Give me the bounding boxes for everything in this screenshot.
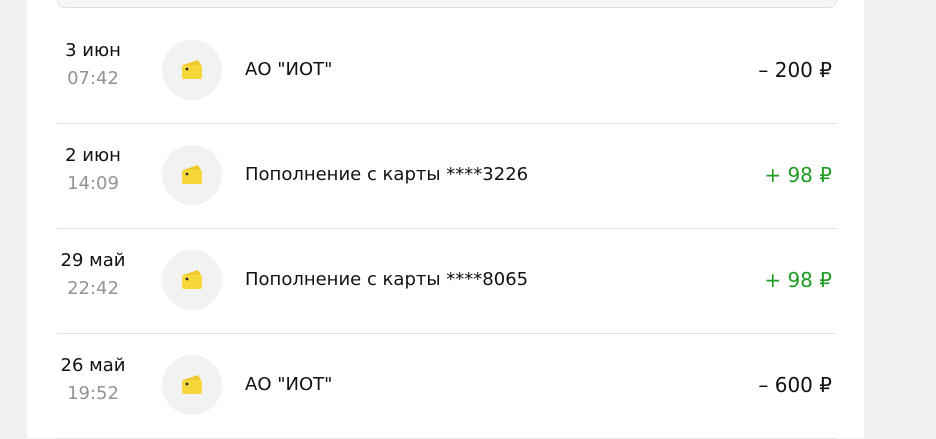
wallet-icon xyxy=(162,355,222,415)
wallet-icon xyxy=(162,40,222,100)
transaction-date-block: 26 май 19:52 xyxy=(57,354,129,406)
wallet-icon xyxy=(162,250,222,310)
transaction-date: 2 июн xyxy=(65,145,121,166)
header-card xyxy=(57,0,837,8)
transaction-amount: – 600 ₽ xyxy=(758,373,832,397)
transaction-description: Пополнение с карты ****3226 xyxy=(245,164,529,185)
transaction-amount: + 98 ₽ xyxy=(764,163,832,187)
transaction-amount: + 98 ₽ xyxy=(764,268,832,292)
transaction-date-block: 29 май 22:42 xyxy=(57,249,129,301)
transaction-date: 26 май xyxy=(60,355,126,376)
wallet-icon xyxy=(162,145,222,205)
transaction-row[interactable]: 26 май 19:52 АО "ИОТ" – 600 ₽ xyxy=(57,333,836,439)
transaction-row[interactable]: 2 июн 14:09 Пополнение с карты ****3226 … xyxy=(57,123,836,229)
transaction-date: 29 май xyxy=(60,250,126,271)
transaction-description: АО "ИОТ" xyxy=(245,374,333,395)
transaction-row[interactable]: 3 июн 07:42 АО "ИОТ" – 200 ₽ xyxy=(57,18,836,124)
transaction-time: 07:42 xyxy=(67,68,119,89)
transaction-row[interactable]: 29 май 22:42 Пополнение с карты ****8065… xyxy=(57,228,836,334)
transaction-time: 14:09 xyxy=(67,173,119,194)
transaction-time: 22:42 xyxy=(67,278,119,299)
transaction-date-block: 2 июн 14:09 xyxy=(57,144,129,196)
transaction-description: АО "ИОТ" xyxy=(245,59,333,80)
transaction-time: 19:52 xyxy=(67,383,119,404)
transaction-description: Пополнение с карты ****8065 xyxy=(245,269,529,290)
transaction-date: 3 июн xyxy=(65,40,121,61)
transaction-amount: – 200 ₽ xyxy=(758,58,832,82)
transactions-panel: 3 июн 07:42 АО "ИОТ" – 200 ₽ 2 июн 14:09… xyxy=(27,0,864,439)
transaction-date-block: 3 июн 07:42 xyxy=(57,39,129,91)
